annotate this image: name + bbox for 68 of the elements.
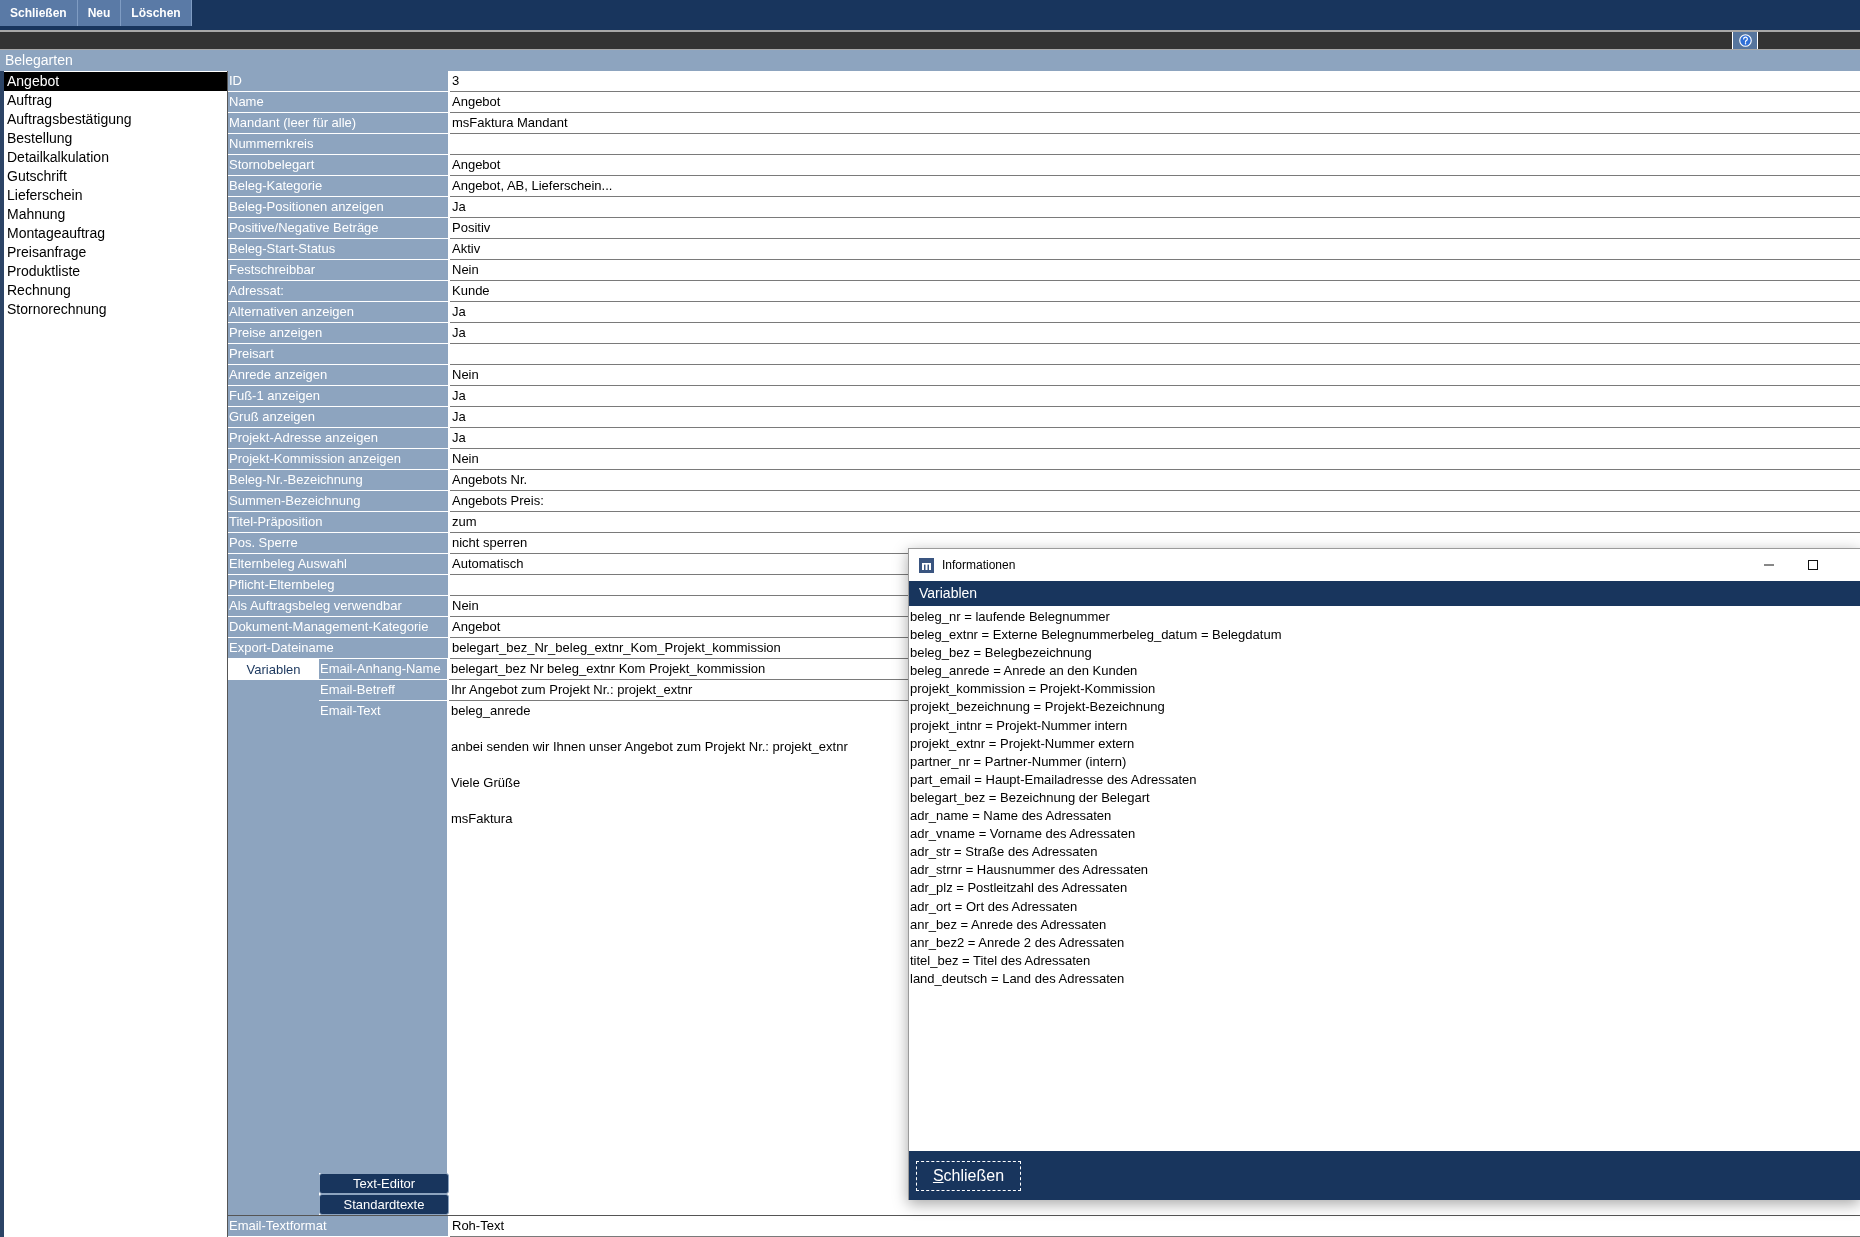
dialog-title: Informationen — [942, 557, 1016, 574]
variable-line: adr_name = Name des Adressaten — [910, 807, 1113, 826]
field-label: Preisart — [228, 344, 450, 365]
sidebar-item[interactable]: Angebot — [4, 72, 227, 91]
variable-line: land_deutsch = Land des Adressaten — [910, 969, 1126, 988]
field-label: Pflicht-Elternbeleg — [228, 575, 450, 596]
field-label: Titel-Präposition — [228, 512, 450, 533]
field-label: Summen-Bezeichnung — [228, 491, 450, 512]
help-icon — [1738, 34, 1752, 47]
dialog-heading: Variablen — [909, 581, 1860, 606]
variable-line: adr_strnr = Hausnummer des Adressaten — [910, 861, 1150, 880]
field-label: Pos. Sperre — [228, 533, 450, 554]
app-logo-icon — [919, 557, 934, 573]
maximize-icon[interactable] — [1806, 558, 1820, 572]
field-label: Name — [228, 92, 450, 113]
toolbar-button[interactable]: Löschen — [121, 0, 192, 26]
variable-line: partner_nr = Partner-Nummer (intern) — [910, 752, 1128, 771]
section-header: Belegarten — [0, 50, 1860, 71]
field-label: Festschreibbar — [228, 260, 450, 281]
close-button[interactable]: Schließen — [916, 1160, 1021, 1191]
field-label: Beleg-Kategorie — [228, 176, 450, 197]
action-button[interactable]: Standardtexte — [319, 1194, 449, 1215]
field-label: Beleg-Start-Status — [228, 239, 450, 260]
variable-line: adr_str = Straße des Adressaten — [910, 843, 1099, 862]
variable-line: beleg_bez = Belegbezeichnung — [910, 644, 1093, 663]
help-button[interactable] — [1732, 32, 1758, 49]
variable-line: belegart_bez = Bezeichnung der Belegart — [910, 788, 1151, 807]
field-label: Email-Textformat — [228, 1216, 450, 1237]
field-label: Alternativen anzeigen — [228, 302, 450, 323]
variable-line: part_email = Haupt-Emailadresse des Adressaten — [910, 770, 1198, 789]
field-label: Preise anzeigen — [228, 323, 450, 344]
field-label: Gruß anzeigen — [228, 407, 450, 428]
field-label: Als Auftragsbeleg verwendbar — [228, 596, 450, 617]
field-label: Projekt-Adresse anzeigen — [228, 428, 450, 449]
field-label: Beleg-Nr.-Bezeichnung — [228, 470, 450, 491]
field-label: ID — [228, 71, 450, 92]
variable-line: adr_plz = Postleitzahl des Adressaten — [910, 879, 1129, 898]
field-label: Email-Text — [319, 701, 449, 1173]
field-label: Positive/Negative Beträge — [228, 218, 450, 239]
variable-line: titel_bez = Titel des Adressaten — [910, 951, 1092, 970]
field-label: Adressat: — [228, 281, 450, 302]
field-label: Mandant (leer für alle) — [228, 113, 450, 134]
variable-line: beleg_extnr = Externe Belegnummerbeleg_datum = Belegdatum — [910, 626, 1283, 645]
field-label: Dokument-Management-Kategorie — [228, 617, 450, 638]
variable-line: anr_bez2 = Anrede 2 des Adressaten — [910, 933, 1126, 952]
variable-line: beleg_nr = laufende Belegnummer — [910, 608, 1111, 626]
field-label: Projekt-Kommission anzeigen — [228, 449, 450, 470]
variable-line: beleg_anrede = Anrede an den Kunden — [910, 662, 1139, 681]
field-label: Stornobelegart — [228, 155, 450, 176]
field-label: Email-Betreff — [319, 680, 449, 701]
variable-line: adr_ort = Ort des Adressaten — [910, 897, 1079, 916]
variable-line: projekt_extnr = Projekt-Nummer extern — [910, 734, 1136, 753]
field-label: Email-Anhang-Name — [319, 659, 449, 680]
field-label: Nummernkreis — [228, 134, 450, 155]
action-button[interactable]: Text-Editor — [319, 1173, 449, 1194]
field-label: Export-Dateiname — [228, 638, 450, 659]
variable-line: anr_bez = Anrede des Adressaten — [910, 915, 1108, 934]
toolbar-button[interactable]: Neu — [77, 0, 122, 26]
field-label: Beleg-Positionen anzeigen — [228, 197, 450, 218]
variable-line: projekt_bezeichnung = Projekt-Bezeichnung — [910, 698, 1166, 717]
tab[interactable]: Variablen — [228, 659, 319, 680]
field-label: Anrede anzeigen — [228, 365, 450, 386]
variable-line: projekt_kommission = Projekt-Kommission — [910, 680, 1157, 699]
toolbar-button[interactable]: Schließen — [0, 0, 78, 26]
field-label: Elternbeleg Auswahl — [228, 554, 450, 575]
field-label: Fuß-1 anzeigen — [228, 386, 450, 407]
variable-line: adr_vname = Vorname des Adressaten — [910, 825, 1137, 844]
variable-line: projekt_intnr = Projekt-Nummer intern — [910, 716, 1129, 735]
